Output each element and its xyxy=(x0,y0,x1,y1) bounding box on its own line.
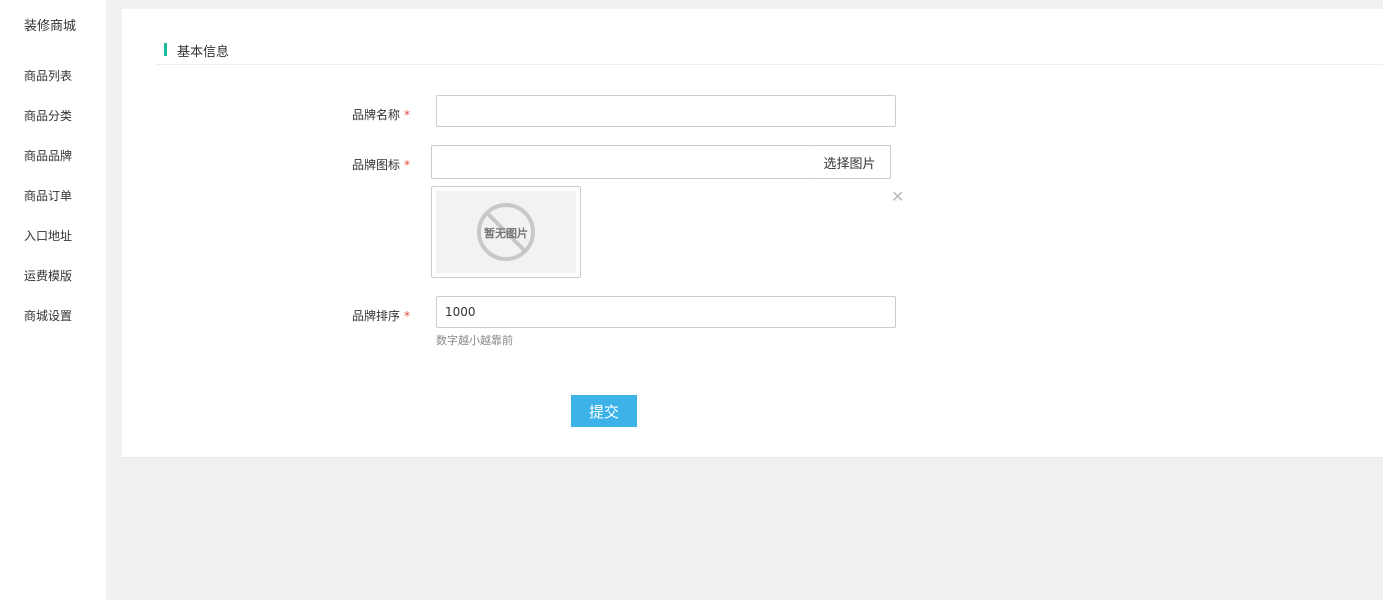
sidebar-item-product-order[interactable]: 商品订单 xyxy=(24,187,72,204)
required-mark: * xyxy=(404,309,411,323)
sidebar-item-product-category[interactable]: 商品分类 xyxy=(24,107,72,124)
no-image-text: 暂无图片 xyxy=(484,227,528,240)
section-accent-bar xyxy=(164,43,167,56)
brand-name-label: 品牌名称 * xyxy=(352,106,410,123)
close-icon[interactable]: ✕ xyxy=(891,187,904,206)
sidebar-title: 装修商城 xyxy=(24,19,77,34)
brand-icon-input[interactable] xyxy=(431,145,810,179)
brand-icon-label: 品牌图标 * xyxy=(352,156,410,173)
brand-sort-label-text: 品牌排序 xyxy=(352,309,401,323)
brand-sort-input[interactable] xyxy=(436,296,896,328)
sidebar-item-entry-address[interactable]: 入口地址 xyxy=(24,227,72,244)
brand-sort-label: 品牌排序 * xyxy=(352,307,410,324)
required-mark: * xyxy=(404,108,411,122)
section-title: 基本信息 xyxy=(177,45,230,60)
section-header: 基本信息 xyxy=(156,37,1383,65)
image-placeholder: 暂无图片 xyxy=(436,191,576,273)
sidebar-item-mall-settings[interactable]: 商城设置 xyxy=(24,307,72,324)
main-panel: 基本信息 品牌名称* 品牌图标* 选择图片 暂无图片 ✕ 品牌排序* 数字越小越… xyxy=(122,9,1383,458)
submit-button[interactable]: 提交 xyxy=(571,395,637,427)
sidebar-item-product-list[interactable]: 商品列表 xyxy=(24,67,72,84)
sidebar: 装修商城 商品列表 商品分类 商品品牌 商品订单 入口地址 运费模版 商城设置 xyxy=(0,0,106,600)
select-image-button[interactable]: 选择图片 xyxy=(809,145,891,179)
required-mark: * xyxy=(404,158,411,172)
sort-hint: 数字越小越靠前 xyxy=(436,334,513,347)
brand-name-input[interactable] xyxy=(436,95,896,127)
image-preview: 暂无图片 xyxy=(431,186,581,278)
sidebar-item-product-brand[interactable]: 商品品牌 xyxy=(24,147,72,164)
brand-icon-label-text: 品牌图标 xyxy=(352,158,401,172)
sidebar-item-shipping-template[interactable]: 运费模版 xyxy=(24,267,72,284)
brand-name-label-text: 品牌名称 xyxy=(352,108,401,122)
